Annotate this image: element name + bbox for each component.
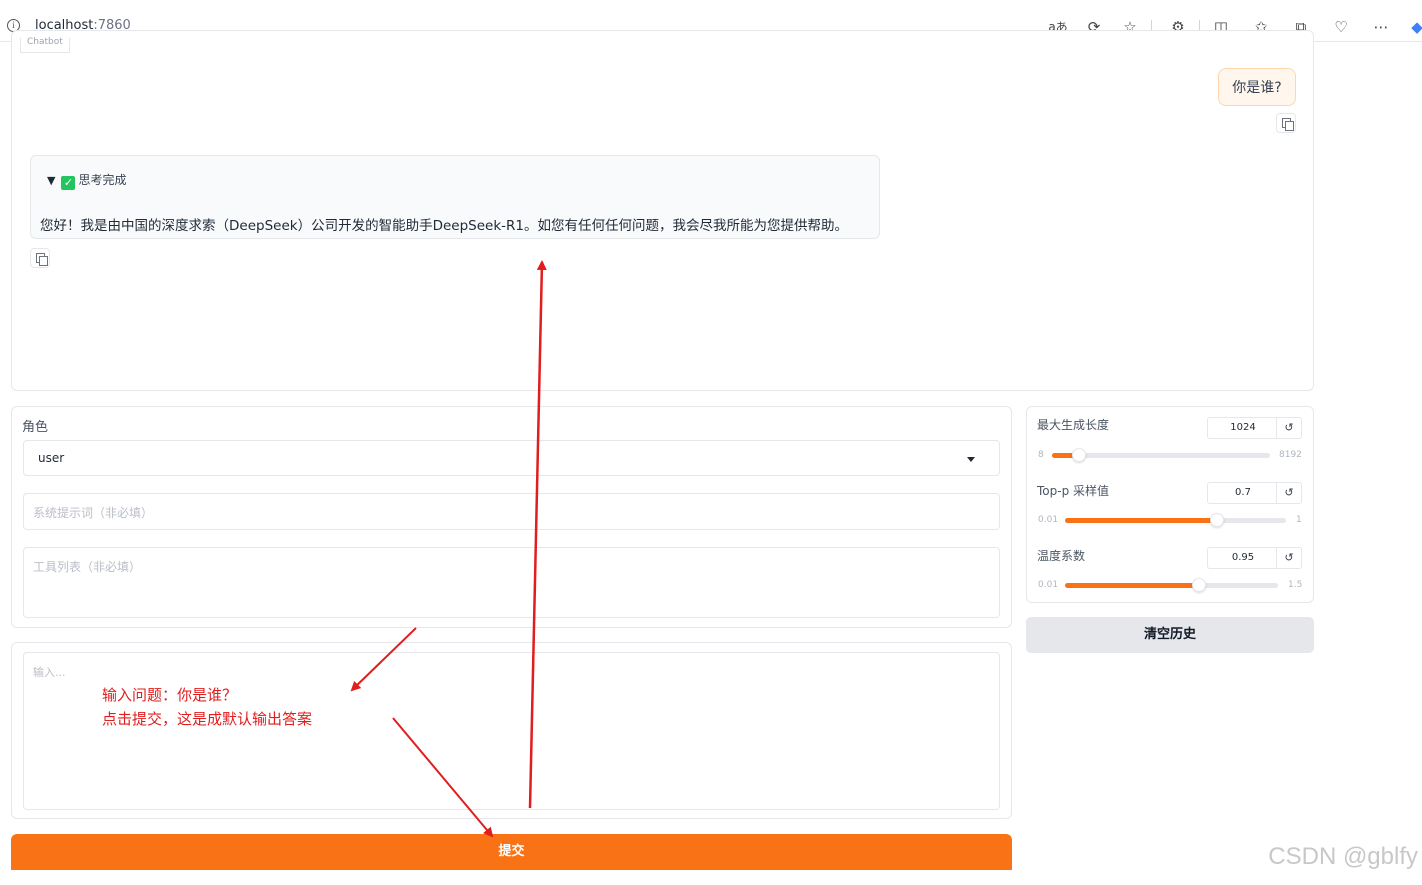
- checkbox-checked-icon: ✓: [61, 176, 76, 190]
- max-length-value: 1024: [1230, 422, 1256, 433]
- top-p-label: Top-p 采样值: [1037, 484, 1110, 498]
- temperature-label: 温度系数: [1037, 549, 1086, 563]
- copy-bot-message-button[interactable]: [30, 248, 50, 268]
- temperature-value: 0.95: [1231, 552, 1255, 563]
- health-icon[interactable]: ♡: [1330, 14, 1352, 40]
- max-length-label: 最大生成长度: [1037, 418, 1110, 432]
- top-p-slider-thumb[interactable]: [1210, 513, 1224, 527]
- question-input-placeholder: 输入...: [33, 666, 66, 679]
- max-length-max: 8192: [1279, 450, 1302, 460]
- user-message: 你是谁?: [1218, 68, 1296, 106]
- temperature-slider-fill: [1065, 583, 1199, 588]
- top-p-number-input[interactable]: 0.7 ↺: [1207, 482, 1302, 504]
- system-prompt-placeholder: 系统提示词（非必填）: [33, 506, 154, 520]
- max-length-slider[interactable]: [1052, 448, 1270, 462]
- temperature-number-input[interactable]: 0.95 ↺: [1207, 547, 1302, 569]
- top-p-min: 0.01: [1038, 515, 1059, 525]
- copilot-icon[interactable]: ◆: [1406, 14, 1422, 40]
- more-icon[interactable]: ⋯: [1370, 14, 1392, 40]
- annotation-line-1: 输入问题：你是谁？: [102, 686, 238, 704]
- top-p-slider[interactable]: [1065, 513, 1286, 527]
- annotation-line-2: 点击提交，这是成默认输出答案: [102, 710, 313, 728]
- reset-icon[interactable]: ↺: [1276, 418, 1301, 438]
- bot-message: ▼ ✓ 思考完成 您好！我是由中国的深度求索（DeepSeek）公司开发的智能助手D…: [30, 155, 880, 239]
- reset-icon[interactable]: ↺: [1276, 483, 1301, 503]
- system-prompt-input[interactable]: 系统提示词（非必填）: [23, 493, 1000, 530]
- thinking-toggle[interactable]: ▼ ✓ 思考完成: [47, 172, 127, 190]
- bot-message-text: 您好！我是由中国的深度求索（DeepSeek）公司开发的智能助手DeepSeek…: [40, 218, 848, 234]
- top-p-slider-fill: [1065, 518, 1217, 523]
- question-input[interactable]: 输入...: [23, 652, 1000, 810]
- clear-history-button[interactable]: 清空历史: [1026, 617, 1314, 653]
- temperature-min: 0.01: [1038, 580, 1059, 590]
- chevron-down-icon: [967, 457, 975, 462]
- temperature-slider[interactable]: [1065, 578, 1278, 592]
- chatbot-label: Chatbot: [20, 38, 70, 53]
- watermark: CSDN @gblfy: [1268, 843, 1418, 870]
- collapse-triangle-icon: ▼: [47, 174, 56, 187]
- max-length-min: 8: [1038, 450, 1044, 460]
- tools-placeholder: 工具列表（非必填）: [33, 560, 142, 574]
- thinking-label: 思考完成: [78, 173, 127, 187]
- role-dropdown[interactable]: user: [23, 440, 1000, 476]
- role-label: 角色: [22, 420, 49, 435]
- temperature-max: 1.5: [1288, 580, 1303, 590]
- top-p-value: 0.7: [1235, 487, 1251, 498]
- tools-input[interactable]: 工具列表（非必填）: [23, 547, 1000, 618]
- reset-icon[interactable]: ↺: [1276, 548, 1301, 568]
- top-p-max: 1: [1296, 515, 1302, 525]
- copy-user-message-button[interactable]: [1276, 113, 1296, 133]
- temperature-slider-thumb[interactable]: [1192, 578, 1206, 592]
- max-length-number-input[interactable]: 1024 ↺: [1207, 417, 1302, 439]
- submit-button[interactable]: 提交: [11, 834, 1012, 870]
- role-value: user: [38, 451, 65, 465]
- max-length-slider-thumb[interactable]: [1072, 448, 1086, 462]
